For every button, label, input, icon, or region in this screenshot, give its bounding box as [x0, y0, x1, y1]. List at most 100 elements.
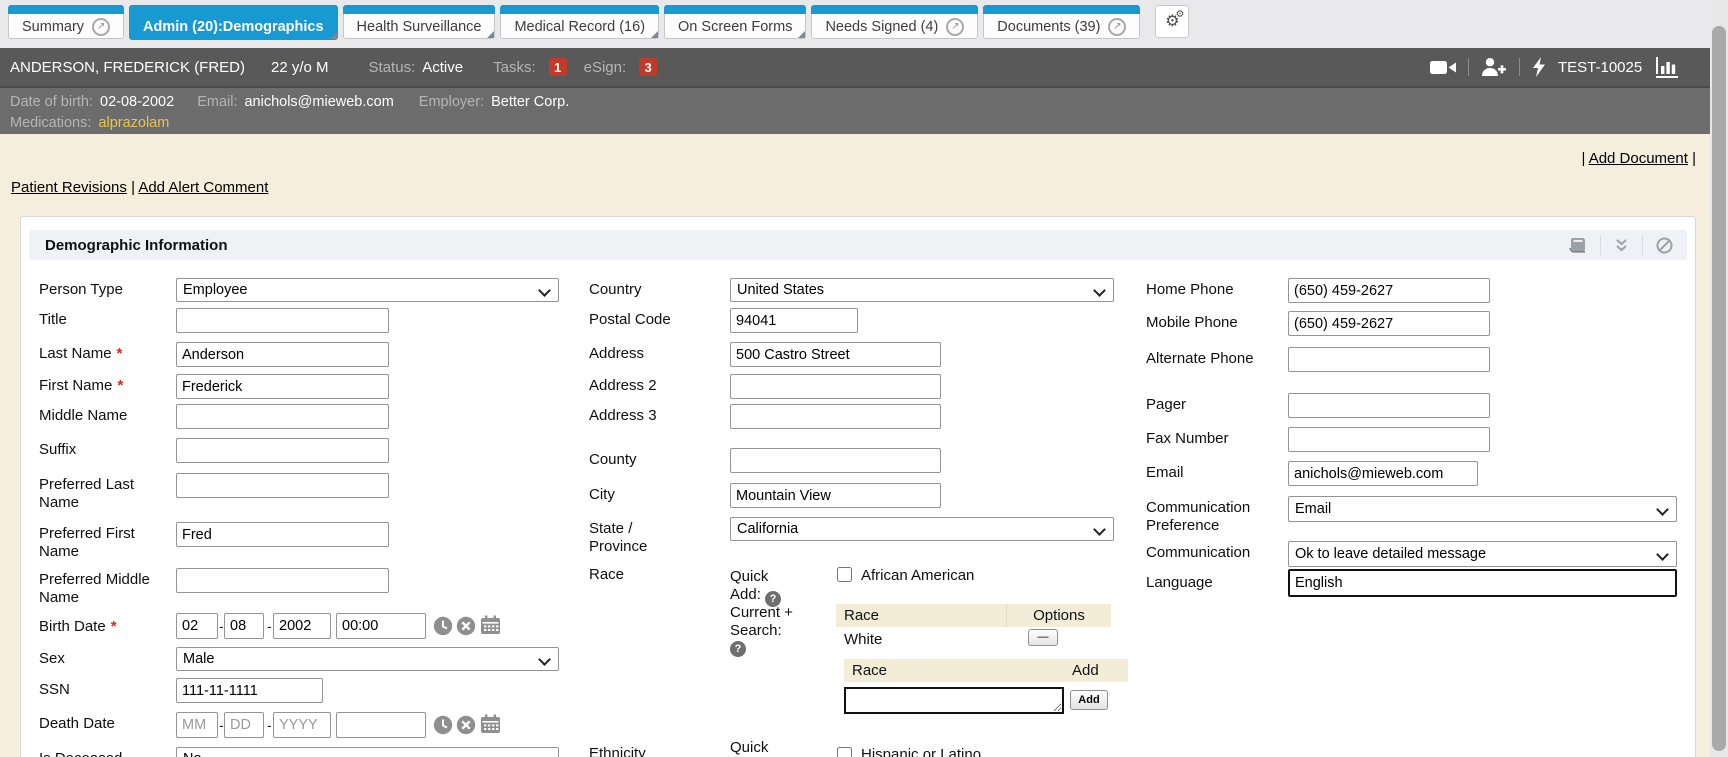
- lightning-icon[interactable]: [1532, 57, 1546, 77]
- race-african-american-checkbox[interactable]: [837, 567, 852, 582]
- title-input[interactable]: [176, 308, 389, 333]
- dob-label: Date of birth:: [10, 94, 93, 110]
- remove-race-button[interactable]: —: [1028, 629, 1058, 646]
- tab-summary[interactable]: Summary ↗: [8, 5, 124, 39]
- calendar-icon[interactable]: [480, 714, 500, 734]
- esign-badge[interactable]: 3: [639, 58, 657, 76]
- employer-label: Employer:: [419, 94, 484, 110]
- pipe: |: [1581, 150, 1585, 167]
- panel-header: Demographic Information: [29, 230, 1687, 260]
- sex-value: Male: [183, 651, 214, 667]
- middle-name-input[interactable]: [176, 404, 389, 429]
- date-separator: -: [267, 717, 272, 733]
- sex-select[interactable]: Male: [176, 647, 559, 671]
- settings-button[interactable]: ⚙ ⚙: [1155, 5, 1189, 38]
- email-input[interactable]: [1288, 461, 1478, 486]
- death-month-input[interactable]: [176, 712, 218, 738]
- last-name-input[interactable]: [176, 342, 389, 367]
- tab-health-surveillance[interactable]: Health Surveillance: [343, 5, 496, 39]
- birth-date-label: Birth Date*: [39, 618, 117, 636]
- tab-summary-label: Summary: [22, 19, 84, 35]
- fax-input[interactable]: [1288, 427, 1490, 452]
- add-race-button[interactable]: Add: [1070, 690, 1108, 710]
- address3-label: Address 3: [589, 407, 657, 425]
- birth-year-input[interactable]: [273, 613, 331, 639]
- popout-icon[interactable]: ↗: [92, 18, 110, 36]
- tab-medical-record[interactable]: Medical Record (16): [500, 5, 659, 39]
- preferred-last-name-input[interactable]: [176, 473, 389, 498]
- clock-icon[interactable]: [433, 715, 453, 735]
- clock-icon[interactable]: [433, 616, 453, 636]
- ssn-input[interactable]: [176, 678, 323, 703]
- address-input[interactable]: [730, 342, 941, 367]
- person-type-select[interactable]: Employee: [176, 278, 559, 302]
- postal-code-label: Postal Code: [589, 311, 671, 329]
- preferred-middle-name-input[interactable]: [176, 568, 389, 593]
- patient-header: ANDERSON, FREDERICK (FRED) 22 y/o M Stat…: [0, 48, 1710, 86]
- tab-on-screen-forms[interactable]: On Screen Forms: [664, 5, 806, 39]
- race-current-text: Current +: [730, 604, 793, 622]
- death-year-input[interactable]: [273, 712, 331, 738]
- tab-admin-demographics[interactable]: Admin (20):Demographics: [129, 5, 337, 40]
- home-phone-input[interactable]: [1288, 278, 1490, 303]
- tab-forms-label: On Screen Forms: [678, 19, 792, 35]
- audit-book-icon[interactable]: [1569, 238, 1587, 253]
- help-icon[interactable]: ?: [730, 641, 746, 657]
- county-input[interactable]: [730, 448, 941, 473]
- calendar-icon[interactable]: [480, 615, 500, 635]
- postal-code-input[interactable]: [730, 308, 858, 333]
- popout-icon[interactable]: ↗: [1108, 18, 1126, 36]
- birth-month-input[interactable]: [176, 613, 218, 639]
- city-input[interactable]: [730, 483, 941, 508]
- tasks-badge[interactable]: 1: [549, 58, 567, 76]
- state-select[interactable]: California: [730, 517, 1114, 541]
- language-input[interactable]: [1288, 569, 1677, 597]
- chevron-down-icon: [1093, 284, 1106, 297]
- preferred-last-name-label: Preferred Last Name: [39, 476, 151, 512]
- suffix-input[interactable]: [176, 438, 389, 463]
- popout-icon[interactable]: ↗: [946, 18, 964, 36]
- disable-icon[interactable]: [1656, 237, 1673, 254]
- race-add-input[interactable]: [844, 687, 1064, 714]
- tab-needs-signed[interactable]: Needs Signed (4) ↗: [811, 5, 978, 39]
- alternate-phone-input[interactable]: [1288, 347, 1490, 372]
- pager-input[interactable]: [1288, 393, 1490, 418]
- race-african-american-label: African American: [861, 567, 974, 585]
- date-separator: -: [219, 717, 224, 733]
- ethnicity-hispanic-checkbox[interactable]: [837, 747, 852, 757]
- video-camera-icon[interactable]: [1430, 59, 1456, 76]
- tab-documents[interactable]: Documents (39) ↗: [983, 5, 1140, 39]
- chart-icon[interactable]: [1654, 57, 1680, 78]
- sex-label: Sex: [39, 650, 65, 668]
- collapse-double-chevron-icon[interactable]: [1614, 239, 1629, 252]
- home-phone-label: Home Phone: [1146, 281, 1234, 299]
- email-label: Email:: [197, 94, 237, 110]
- scrollbar-thumb[interactable]: [1712, 26, 1726, 751]
- add-document-link[interactable]: Add Document: [1589, 150, 1688, 167]
- first-name-input[interactable]: [176, 374, 389, 399]
- mobile-phone-input[interactable]: [1288, 311, 1490, 336]
- country-select[interactable]: United States: [730, 278, 1114, 302]
- dob-value: 02-08-2002: [100, 94, 174, 110]
- add-user-icon[interactable]: [1481, 57, 1507, 77]
- clear-date-icon[interactable]: [456, 715, 476, 735]
- clear-date-icon[interactable]: [456, 616, 476, 636]
- add-alert-comment-link[interactable]: Add Alert Comment: [138, 179, 268, 196]
- race-row-white: White: [844, 631, 882, 649]
- address3-input[interactable]: [730, 404, 941, 429]
- date-separator: -: [219, 618, 224, 634]
- death-day-input[interactable]: [224, 712, 264, 738]
- person-type-value: Employee: [183, 282, 247, 298]
- communication-select[interactable]: Ok to leave detailed message: [1288, 541, 1677, 567]
- patient-revisions-link[interactable]: Patient Revisions: [11, 179, 127, 196]
- birth-time-input[interactable]: [336, 613, 426, 639]
- preferred-first-name-input[interactable]: [176, 522, 389, 547]
- is-deceased-select[interactable]: No: [176, 747, 559, 757]
- email-value: anichols@mieweb.com: [244, 94, 393, 110]
- birth-day-input[interactable]: [224, 613, 264, 639]
- medications-value: alprazolam: [98, 115, 169, 131]
- title-label: Title: [39, 311, 67, 329]
- comm-pref-select[interactable]: Email: [1288, 496, 1677, 522]
- death-time-input[interactable]: [336, 712, 426, 738]
- address2-input[interactable]: [730, 374, 941, 399]
